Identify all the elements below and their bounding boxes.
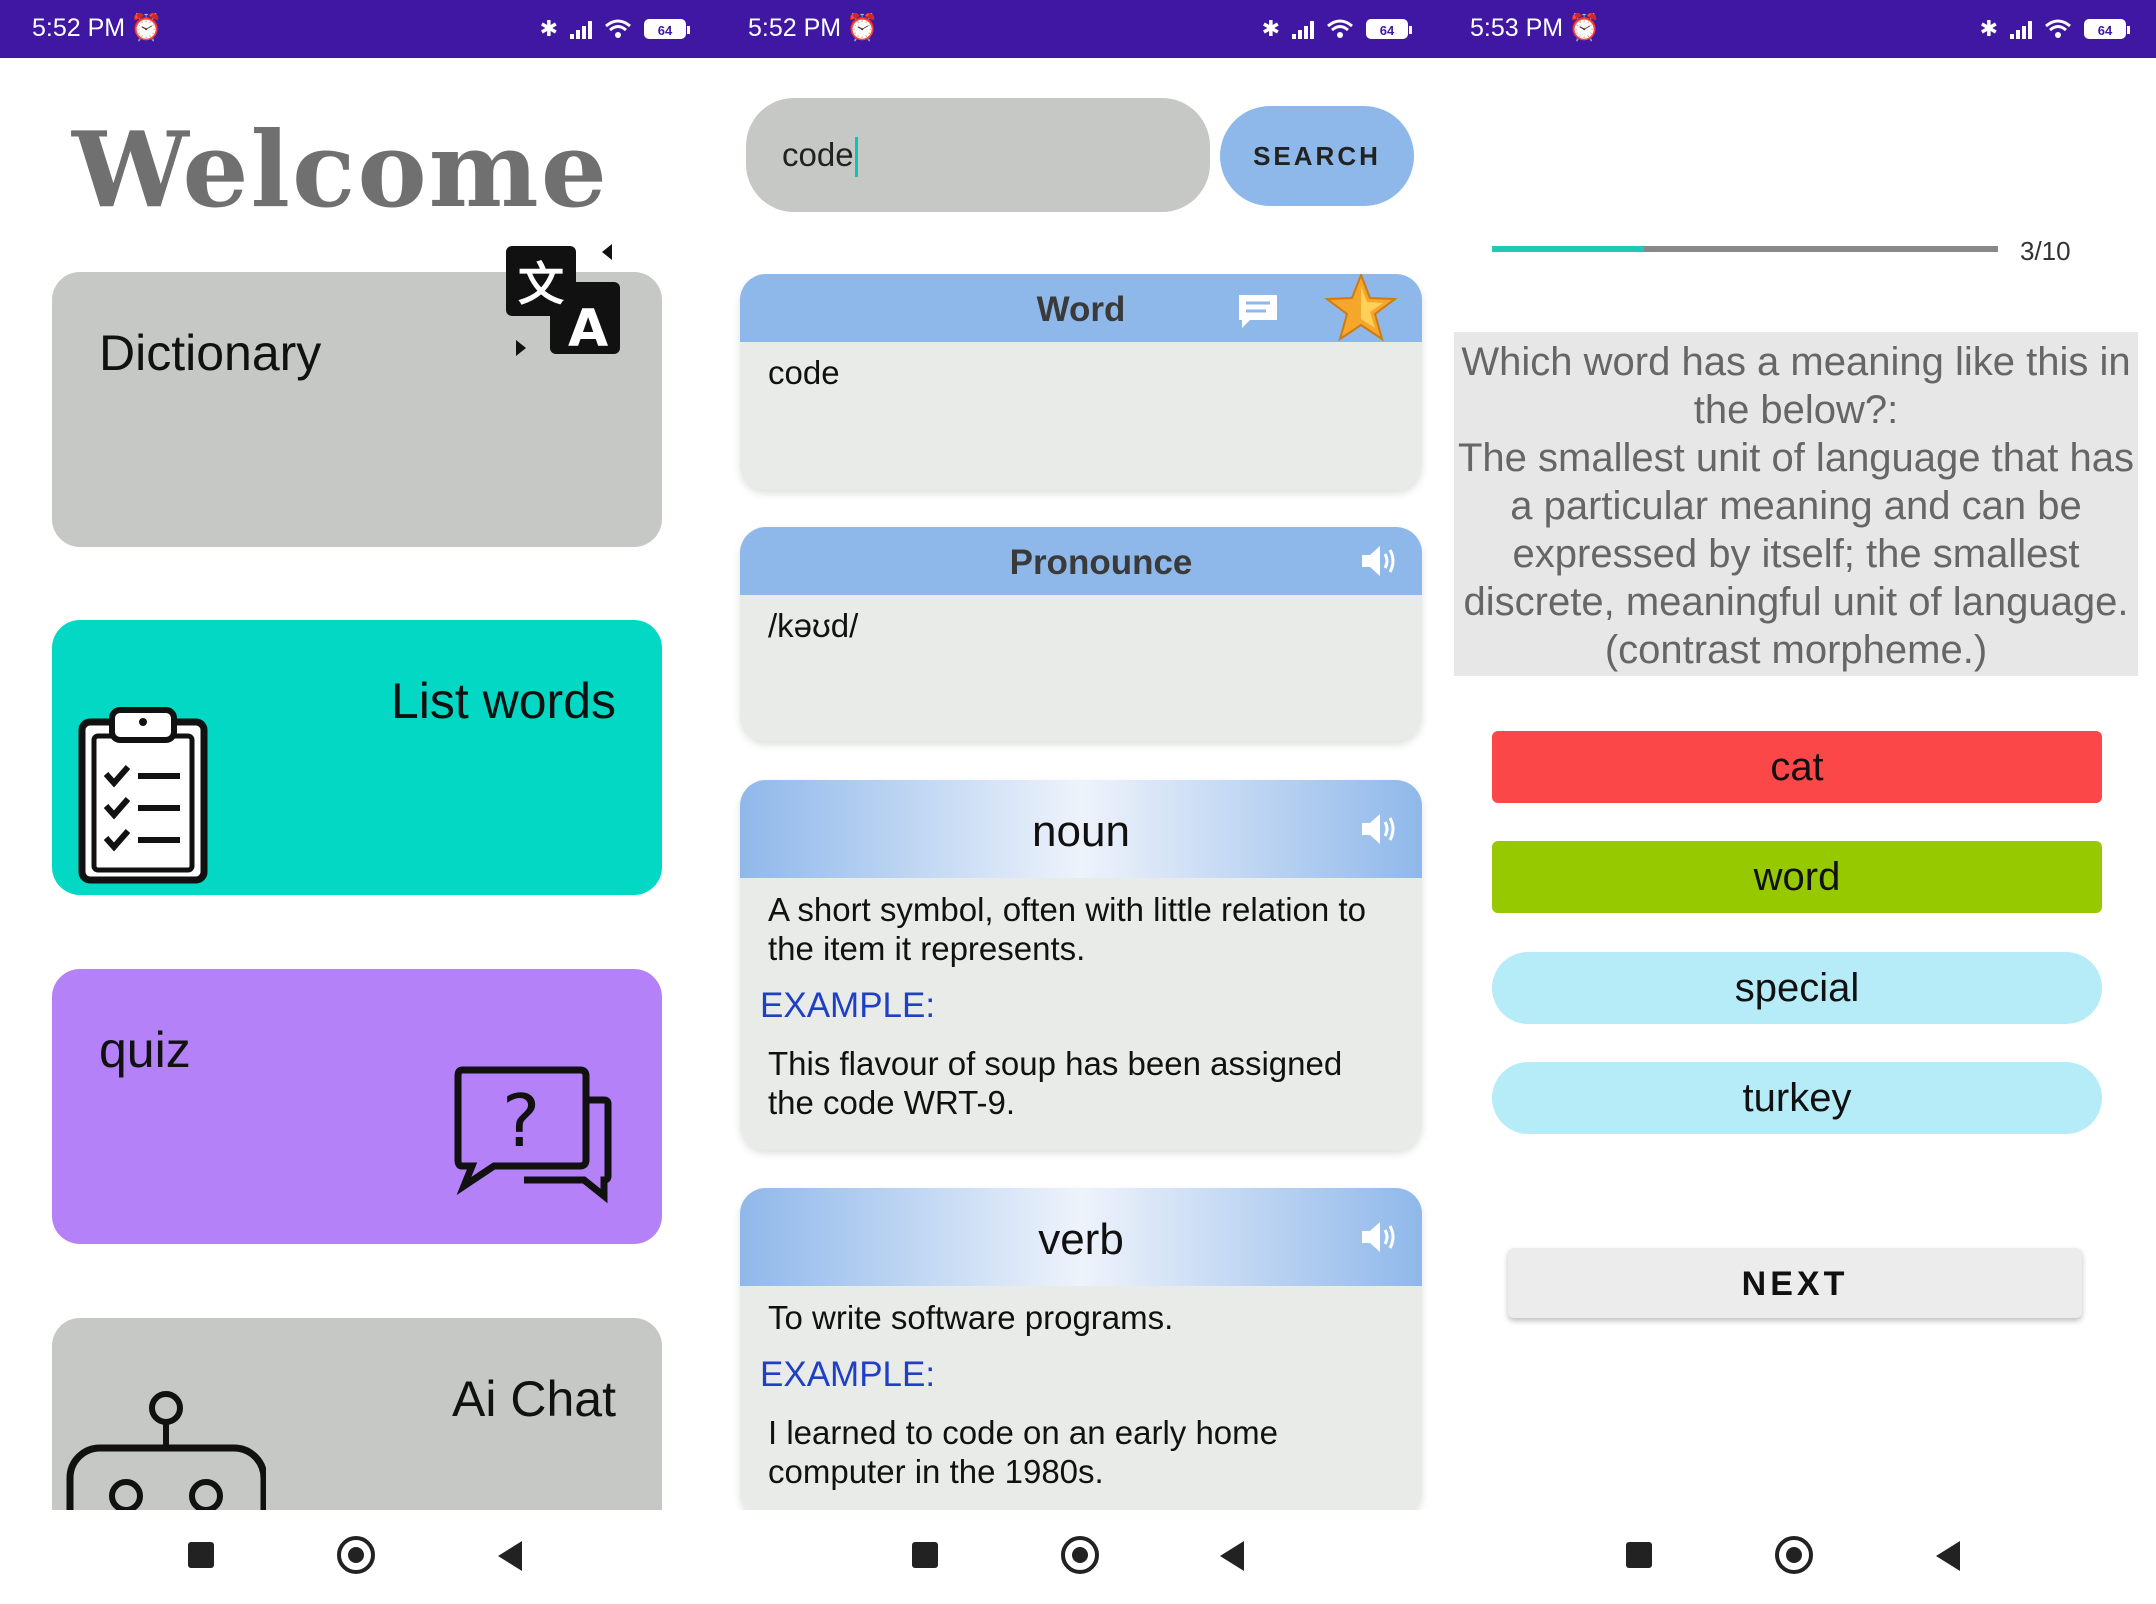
wifi-icon: [1327, 19, 1353, 38]
question-text: Which word has a meaning like this in th…: [1454, 332, 2138, 676]
example-text: I learned to code on an early home compu…: [768, 1414, 1279, 1490]
quiz-progress-bar: [1492, 246, 1998, 252]
status-right-icons: ✱ 64: [1979, 16, 2130, 42]
example-label: EXAMPLE:: [760, 1355, 936, 1394]
svg-text:文: 文: [518, 257, 564, 311]
definition-text: A short symbol, often with little relati…: [768, 891, 1366, 967]
word-header-label: Word: [1036, 290, 1126, 329]
definition-body: To write software programs. EXAMPLE: I l…: [740, 1286, 1422, 1503]
wifi-icon: [2045, 19, 2071, 38]
notification-icons: ⏰: [1568, 12, 1607, 42]
page-title: Welcome: [72, 108, 609, 231]
status-time: 5:52 PM: [32, 14, 126, 42]
svg-text:A: A: [568, 299, 608, 359]
signal-icon: [1292, 19, 1314, 39]
answer-option-word[interactable]: word: [1492, 841, 2102, 913]
translate-icon: 文 A: [506, 244, 620, 359]
status-bar: 5:52 PM ⏰ ✱ 64: [716, 0, 1438, 58]
pronounce-header-label: Pronounce: [1009, 543, 1193, 582]
definition-card-noun: noun A short symbol, often with little r…: [740, 780, 1422, 1150]
search-input[interactable]: code: [746, 98, 1210, 212]
home-button[interactable]: [1061, 1536, 1099, 1574]
list-words-card-label: List words: [390, 673, 616, 729]
question-chat-icon: ?: [454, 1066, 612, 1204]
text-caret: [854, 137, 858, 178]
system-nav-bar: [1438, 1510, 2156, 1604]
pronunciation-value: /kəʊd/: [768, 607, 859, 644]
signal-icon: [2010, 19, 2032, 39]
search-button[interactable]: SEARCH: [1220, 106, 1414, 206]
dictionary-card[interactable]: Dictionary 文 A: [52, 244, 662, 547]
part-of-speech: verb: [1038, 1215, 1124, 1264]
answer-option-special[interactable]: special: [1492, 952, 2102, 1024]
bluetooth-icon: ✱: [539, 16, 558, 41]
svg-text:?: ?: [502, 1079, 540, 1163]
pronounce-card: Pronounce /kəʊd/: [740, 527, 1422, 741]
example-text: This flavour of soup has been assigned t…: [768, 1045, 1343, 1121]
speaker-icon[interactable]: [1358, 1217, 1400, 1257]
definition-card-verb: verb To write software programs. EXAMPLE…: [740, 1188, 1422, 1518]
message-icon[interactable]: [1236, 292, 1280, 330]
status-time: 5:52 PM: [748, 14, 842, 42]
bluetooth-icon: ✱: [1261, 16, 1280, 41]
quiz-progress-fill: [1492, 246, 1644, 252]
question-content: Which word has a meaning like this in th…: [1458, 340, 2134, 672]
dictionary-card-label: Dictionary: [99, 325, 322, 381]
back-button[interactable]: [1936, 1541, 1960, 1571]
speaker-icon[interactable]: [1358, 541, 1400, 581]
example-label: EXAMPLE:: [760, 986, 936, 1025]
dictionary-screen: 5:52 PM ⏰ ✱ 64 code SEARCH Word code Pro…: [716, 0, 1438, 1604]
battery-icon: 64: [2084, 19, 2130, 39]
status-time: 5:53 PM: [1470, 14, 1564, 42]
ai-chat-card[interactable]: Ai Chat: [52, 1318, 662, 1518]
definition-card-header: noun: [740, 780, 1422, 878]
back-button[interactable]: [1220, 1541, 1244, 1571]
word-value: code: [768, 354, 840, 391]
status-right-icons: ✱ 64: [539, 16, 690, 42]
home-screen: 5:52 PM ⏰ ✱ 64 Welcome Dictionary 文 A Li…: [0, 0, 716, 1604]
home-button[interactable]: [337, 1536, 375, 1574]
battery-icon: 64: [644, 19, 690, 39]
battery-icon: 64: [1366, 19, 1412, 39]
answer-option-turkey[interactable]: turkey: [1492, 1062, 2102, 1134]
notification-icons: ⏰: [130, 12, 169, 42]
system-nav-bar: [0, 1510, 716, 1604]
status-bar: 5:53 PM ⏰ ✱ 64: [1438, 0, 2156, 58]
quiz-screen: 5:53 PM ⏰ ✱ 64 3/10 Which word has a mea…: [1438, 0, 2156, 1604]
home-button[interactable]: [1775, 1536, 1813, 1574]
back-button[interactable]: [498, 1541, 522, 1571]
next-button[interactable]: NEXT: [1508, 1248, 2082, 1318]
quiz-progress-text: 3/10: [2020, 236, 2071, 266]
system-nav-bar: [716, 1510, 1438, 1604]
recents-button[interactable]: [188, 1542, 214, 1568]
definition-body: A short symbol, often with little relati…: [740, 878, 1422, 1134]
part-of-speech: noun: [1032, 807, 1130, 856]
robot-icon: [66, 1391, 266, 1518]
search-input-value: code: [782, 136, 854, 173]
favorite-star-icon[interactable]: [1324, 274, 1398, 344]
list-words-card[interactable]: List words: [52, 620, 662, 895]
ai-chat-card-label: Ai Chat: [452, 1371, 616, 1427]
signal-icon: [570, 19, 592, 39]
quiz-card-label: quiz: [99, 1022, 191, 1078]
status-bar: 5:52 PM ⏰ ✱ 64: [0, 0, 716, 58]
definition-card-header: verb: [740, 1188, 1422, 1286]
recents-button[interactable]: [1626, 1542, 1652, 1568]
definition-text: To write software programs.: [768, 1299, 1174, 1336]
notification-icons: ⏰: [846, 12, 885, 42]
clipboard-checklist-icon: [78, 707, 208, 884]
wifi-icon: [605, 19, 631, 38]
answer-option-cat[interactable]: cat: [1492, 731, 2102, 803]
pronounce-card-header: Pronounce: [740, 527, 1422, 595]
recents-button[interactable]: [912, 1542, 938, 1568]
word-card: Word code: [740, 274, 1422, 490]
speaker-icon[interactable]: [1358, 809, 1400, 849]
quiz-card[interactable]: quiz ?: [52, 969, 662, 1244]
status-right-icons: ✱ 64: [1261, 16, 1412, 42]
word-card-header: Word: [740, 274, 1422, 342]
bluetooth-icon: ✱: [1979, 16, 1998, 41]
